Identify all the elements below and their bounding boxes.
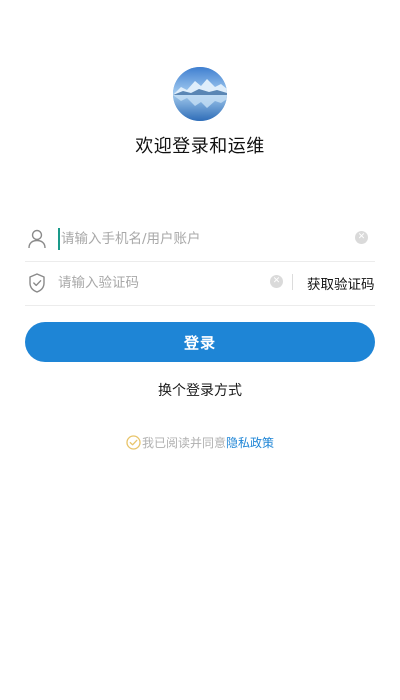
privacy-policy-link[interactable]: 隐私政策 [226, 436, 274, 450]
vertical-divider [292, 274, 293, 290]
get-code-button[interactable]: 获取验证码 [307, 273, 375, 293]
user-icon [27, 228, 47, 250]
clear-icon[interactable]: ✕ [270, 275, 283, 288]
switch-login-method-link[interactable]: 换个登录方式 [0, 380, 400, 400]
account-input[interactable] [58, 228, 338, 250]
welcome-title: 欢迎登录和运维 [135, 136, 265, 157]
agreement-row: 我已阅读并同意隐私政策 [0, 434, 400, 451]
login-page: 欢迎登录和运维 ✕ ✕ 获取验证码 登录 换个登录方式 [0, 0, 400, 700]
shield-icon [27, 272, 47, 294]
account-field-row: ✕ [25, 216, 375, 262]
code-field-row: ✕ 获取验证码 [25, 260, 375, 306]
agreement-text: 我已阅读并同意 [141, 436, 226, 450]
verification-code-input[interactable] [58, 272, 258, 294]
clear-icon[interactable]: ✕ [355, 231, 368, 244]
check-circle-icon[interactable] [126, 435, 141, 450]
login-button[interactable]: 登录 [25, 322, 375, 362]
mountain-lake-avatar-icon [173, 67, 227, 121]
